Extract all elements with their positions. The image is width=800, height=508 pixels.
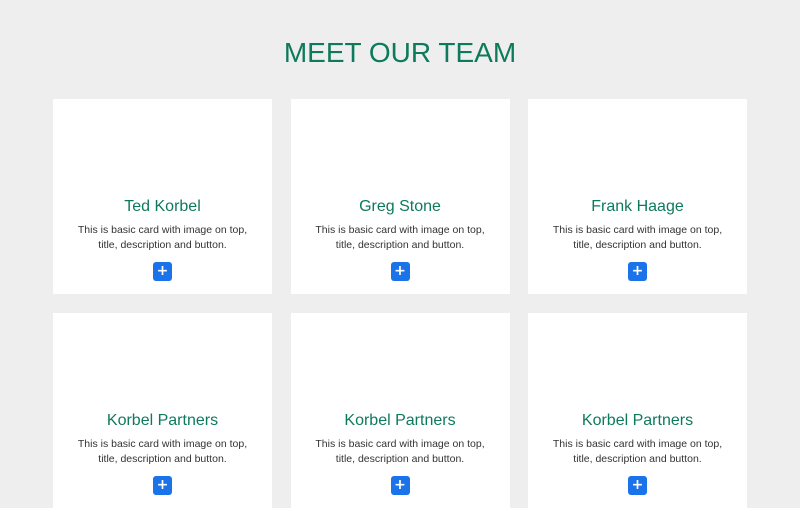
card-title: Korbel Partners bbox=[106, 412, 219, 429]
card-description: This is basic card with image on top, ti… bbox=[77, 224, 248, 251]
team-card: Korbel Partners This is basic card with … bbox=[528, 313, 747, 508]
plus-icon[interactable]: + bbox=[153, 476, 172, 495]
team-card: Frank Haage This is basic card with imag… bbox=[528, 99, 747, 294]
card-title: Frank Haage bbox=[591, 198, 684, 215]
plus-icon[interactable]: + bbox=[628, 476, 647, 495]
plus-icon[interactable]: + bbox=[390, 476, 410, 495]
team-card: Ted Korbel This is basic card with image… bbox=[53, 99, 272, 294]
card-title: Korbel Partners bbox=[581, 412, 694, 429]
team-card: Korbel Partners This is basic card with … bbox=[53, 313, 272, 508]
team-grid: Ted Korbel This is basic card with image… bbox=[53, 99, 747, 508]
team-card: Korbel Partners This is basic card with … bbox=[290, 313, 510, 508]
card-description: This is basic card with image on top, ti… bbox=[77, 438, 248, 465]
card-description: This is basic card with image on top, ti… bbox=[315, 438, 485, 465]
plus-icon[interactable]: + bbox=[390, 262, 410, 281]
plus-icon[interactable]: + bbox=[153, 262, 172, 281]
card-description: This is basic card with image on top, ti… bbox=[552, 438, 723, 465]
plus-icon[interactable]: + bbox=[628, 262, 647, 281]
card-description: This is basic card with image on top, ti… bbox=[315, 224, 485, 251]
card-description: This is basic card with image on top, ti… bbox=[552, 224, 723, 251]
card-title: Korbel Partners bbox=[344, 412, 456, 429]
card-title: Ted Korbel bbox=[124, 198, 201, 215]
card-title: Greg Stone bbox=[359, 198, 441, 215]
page-title: MEET OUR TEAM bbox=[283, 37, 517, 68]
team-card: Greg Stone This is basic card with image… bbox=[290, 99, 510, 294]
